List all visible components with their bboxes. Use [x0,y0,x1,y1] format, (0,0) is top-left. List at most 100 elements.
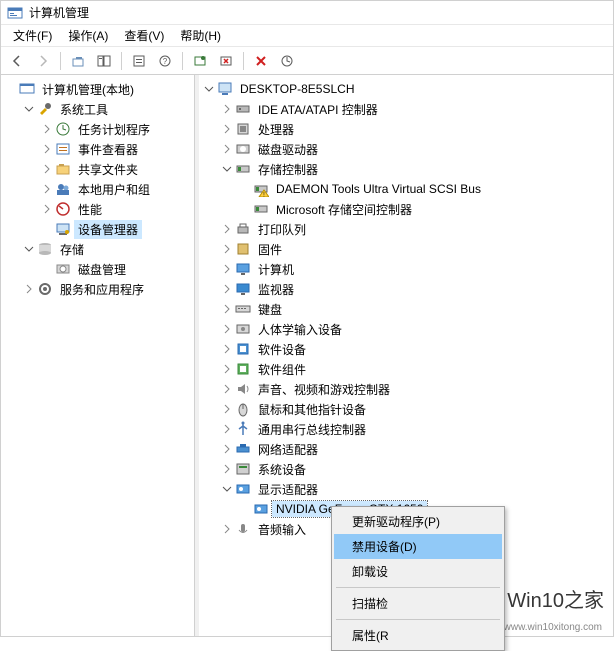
chevron-right-icon[interactable] [219,401,235,417]
up-button[interactable] [66,50,90,72]
printer-icon [235,221,251,237]
menu-action[interactable]: 操作(A) [60,25,116,46]
device-category[interactable]: 系统设备 [219,459,611,479]
disk-icon [55,261,71,277]
left-tree-pane[interactable]: 计算机管理(本地) 系统工具任务计划程序事件查看器共享文件夹本地用户和组性能设备… [1,75,195,636]
chevron-right-icon[interactable] [219,301,235,317]
context-menu-item[interactable]: 更新驱动程序(P) [334,509,502,534]
firmware-icon [235,241,251,257]
device-item-label: DAEMON Tools Ultra Virtual SCSI Bus [272,181,485,197]
device-category[interactable]: 监视器 [219,279,611,299]
properties-button[interactable] [127,50,151,72]
chevron-right-icon[interactable] [219,121,235,137]
chevron-right-icon[interactable] [39,181,55,197]
chevron-right-icon[interactable] [219,341,235,357]
device-category[interactable]: 通用串行总线控制器 [219,419,611,439]
menu-view[interactable]: 查看(V) [116,25,172,46]
device-category[interactable]: 存储控制器 [219,159,611,179]
device-item[interactable]: !DAEMON Tools Ultra Virtual SCSI Bus [237,179,611,199]
tree-item[interactable]: 设备管理器 [39,219,192,239]
device-category[interactable]: 键盘 [219,299,611,319]
scan-button[interactable] [188,50,212,72]
uninstall-button[interactable] [214,50,238,72]
chevron-right-icon[interactable] [219,441,235,457]
chevron-right-icon[interactable] [219,101,235,117]
tree-item[interactable]: 本地用户和组 [39,179,192,199]
device-category[interactable]: 磁盘驱动器 [219,139,611,159]
delete-button[interactable] [249,50,273,72]
app-icon [7,5,23,21]
device-category[interactable]: 处理器 [219,119,611,139]
device-item[interactable]: Microsoft 存储空间控制器 [237,199,611,219]
chevron-down-icon[interactable] [21,101,37,117]
chevron-down-icon[interactable] [219,161,235,177]
gpu-icon [253,501,269,517]
usb-icon [235,421,251,437]
device-category[interactable]: 固件 [219,239,611,259]
chevron-right-icon[interactable] [219,141,235,157]
device-category-label: 处理器 [254,120,298,139]
device-category-label: 计算机 [254,260,298,279]
chevron-down-icon[interactable] [219,481,235,497]
context-menu-item[interactable]: 卸载设 [334,559,502,584]
context-menu-item[interactable]: 属性(R [334,623,502,648]
context-menu-item[interactable]: 禁用设备(D) [334,534,502,559]
chevron-right-icon[interactable] [219,221,235,237]
chevron-right-icon[interactable] [219,521,235,537]
device-category[interactable]: 打印队列 [219,219,611,239]
tree-item[interactable]: 共享文件夹 [39,159,192,179]
tree-item[interactable]: 事件查看器 [39,139,192,159]
device-category[interactable]: 计算机 [219,259,611,279]
device-category[interactable]: 网络适配器 [219,439,611,459]
menu-file[interactable]: 文件(F) [5,25,60,46]
chevron-right-icon[interactable] [219,361,235,377]
tree-item-label: 设备管理器 [74,220,142,239]
event-icon [55,141,71,157]
chevron-right-icon[interactable] [219,281,235,297]
back-button[interactable] [5,50,29,72]
device-category[interactable]: 软件设备 [219,339,611,359]
chevron-right-icon[interactable] [219,421,235,437]
tree-group[interactable]: 服务和应用程序 [21,279,192,299]
device-item-label: Microsoft 存储空间控制器 [272,200,416,219]
services-icon [37,281,53,297]
controller-icon [235,101,251,117]
chevron-right-icon[interactable] [39,161,55,177]
tree-item[interactable]: 磁盘管理 [39,259,192,279]
device-category[interactable]: 人体学输入设备 [219,319,611,339]
chevron-right-icon[interactable] [39,121,55,137]
chevron-down-icon[interactable] [21,241,37,257]
device-mgr-icon [55,221,71,237]
titlebar: 计算机管理 [1,1,613,25]
chevron-right-icon[interactable] [219,321,235,337]
chevron-down-icon[interactable] [201,81,217,97]
tree-item[interactable]: 性能 [39,199,192,219]
chevron-right-icon[interactable] [39,201,55,217]
device-category[interactable]: 鼠标和其他指针设备 [219,399,611,419]
storage-icon [37,241,53,257]
device-category-label: 磁盘驱动器 [254,140,322,159]
help-button[interactable]: ? [153,50,177,72]
device-category[interactable]: 软件组件 [219,359,611,379]
context-menu-item[interactable]: 扫描检 [334,591,502,616]
chevron-right-icon[interactable] [219,381,235,397]
tree-root-local[interactable]: 计算机管理(本地) [3,79,192,99]
forward-button[interactable] [31,50,55,72]
refresh-button[interactable] [275,50,299,72]
chevron-right-icon[interactable] [219,261,235,277]
device-root[interactable]: DESKTOP-8E5SLCH [201,79,611,99]
chevron-right-icon[interactable] [219,241,235,257]
chevron-right-icon[interactable] [21,281,37,297]
tree-item[interactable]: 任务计划程序 [39,119,192,139]
show-hide-button[interactable] [92,50,116,72]
tree-item-label: 共享文件夹 [74,160,142,179]
device-category[interactable]: 声音、视频和游戏控制器 [219,379,611,399]
chevron-right-icon[interactable] [219,461,235,477]
device-category[interactable]: 显示适配器 [219,479,611,499]
chevron-right-icon[interactable] [39,141,55,157]
menu-help[interactable]: 帮助(H) [172,25,229,46]
device-root-label: DESKTOP-8E5SLCH [236,81,359,97]
tree-group[interactable]: 系统工具 [21,99,192,119]
device-category[interactable]: IDE ATA/ATAPI 控制器 [219,99,611,119]
tree-group[interactable]: 存储 [21,239,192,259]
